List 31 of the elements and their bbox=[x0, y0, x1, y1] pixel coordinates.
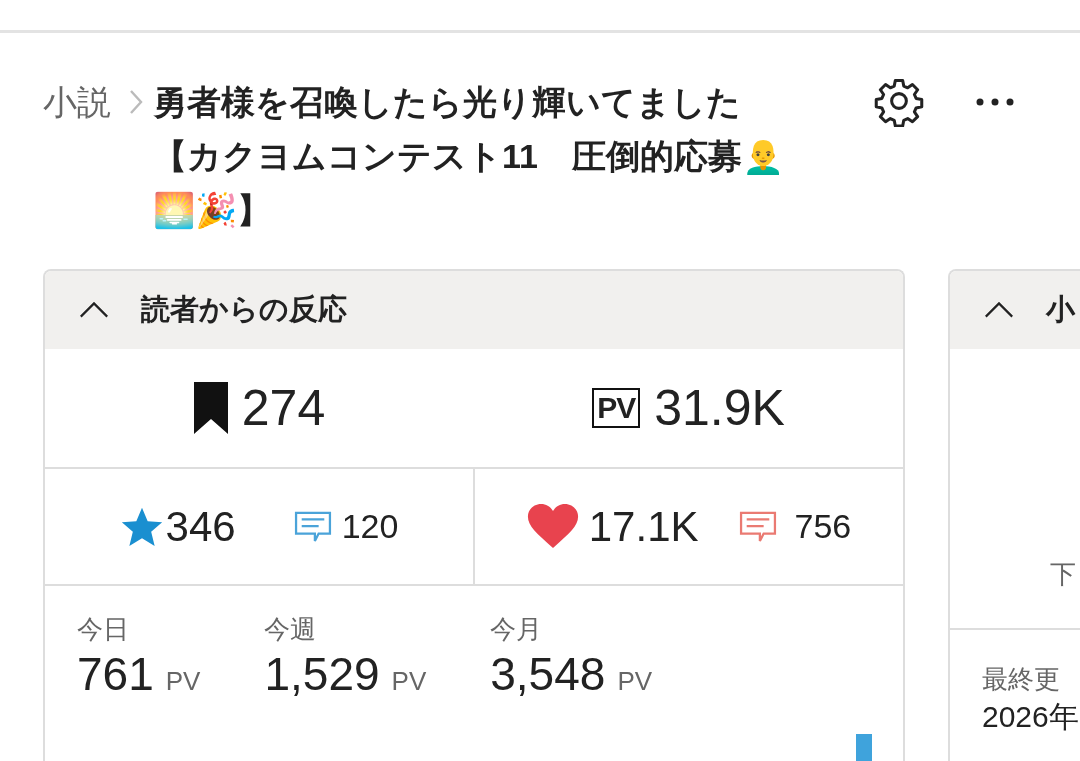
pv-unit: PV bbox=[165, 666, 201, 697]
pv-icon: PV bbox=[592, 388, 641, 428]
novel-title: 勇者様を召喚したら光り輝いてました【カクヨムコンテスト11 圧倒的応募👨‍🦲🌅🎉】 bbox=[153, 82, 785, 231]
pv-value: 1,529 bbox=[264, 647, 380, 701]
pv-unit: PV bbox=[617, 666, 653, 697]
pv-value: 3,548 bbox=[490, 647, 606, 701]
updated-label: 最終更 bbox=[982, 663, 1061, 696]
updated-date: 2026年 bbox=[982, 699, 1080, 735]
review-icon bbox=[293, 510, 332, 543]
card-header[interactable]: 読者からの反応 bbox=[45, 271, 903, 349]
card-title: 小 bbox=[1046, 292, 1075, 327]
review-count: 120 bbox=[341, 507, 399, 546]
comment-icon bbox=[738, 510, 777, 543]
bookmark-icon bbox=[193, 382, 228, 434]
period-label: 今日 bbox=[77, 613, 130, 646]
card-title: 読者からの反応 bbox=[141, 292, 347, 327]
comment-count: 756 bbox=[794, 507, 852, 546]
period-label: 今月 bbox=[490, 613, 544, 646]
heart-icon bbox=[526, 503, 579, 550]
chevron-right-icon bbox=[129, 89, 143, 115]
row-label: 下 bbox=[1050, 559, 1076, 589]
more-icon[interactable] bbox=[975, 97, 1015, 107]
heart-count: 17.1K bbox=[588, 502, 699, 551]
pv-value: 761 bbox=[77, 647, 154, 701]
breadcrumb-link[interactable]: 小説 bbox=[43, 75, 111, 129]
pv-total: 31.9K bbox=[654, 379, 785, 437]
follower-count: 274 bbox=[241, 379, 326, 437]
star-count: 346 bbox=[165, 502, 236, 551]
period-label: 今週 bbox=[264, 613, 318, 646]
pv-unit: PV bbox=[391, 666, 427, 697]
card-header[interactable]: 小 bbox=[950, 271, 1080, 349]
